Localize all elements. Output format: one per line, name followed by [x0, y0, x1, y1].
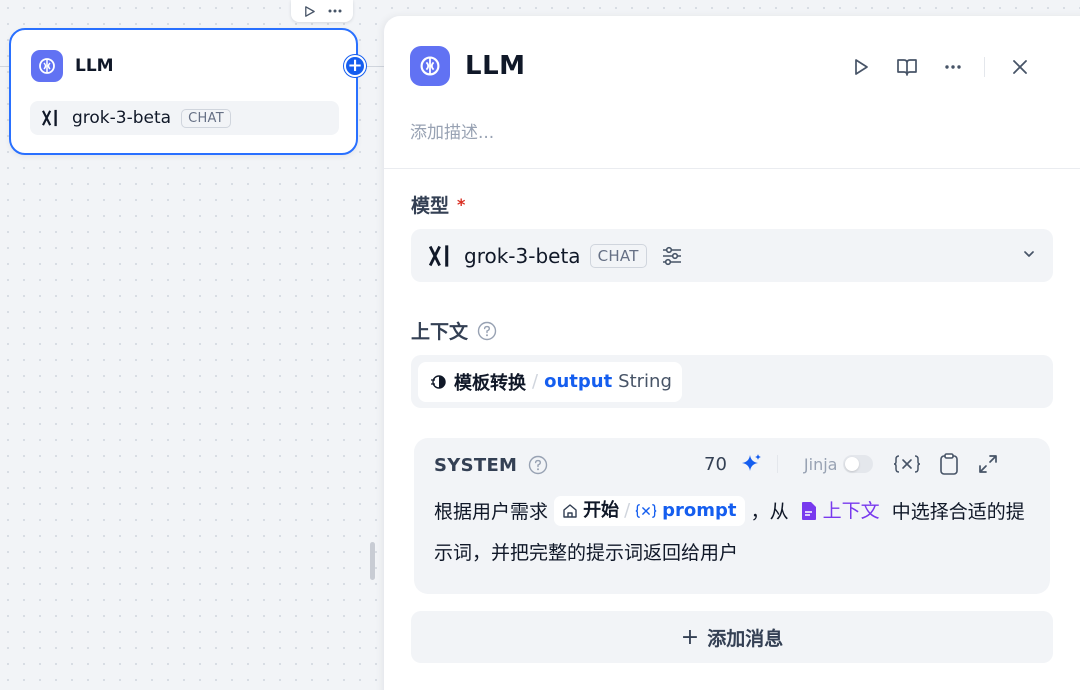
- model-mode-tag: CHAT: [181, 108, 231, 128]
- sparkle-icon: [741, 454, 761, 471]
- context-reference-label: 上下文: [822, 499, 880, 522]
- prompt-text-segment: 根据用户需求: [434, 501, 549, 523]
- llm-icon: [410, 46, 450, 86]
- system-prompt-header: SYSTEM: [434, 454, 549, 476]
- variable-source-node: 开始: [583, 499, 620, 521]
- more-options-button[interactable]: [936, 50, 970, 84]
- system-prompt-editor[interactable]: SYSTEM 70 Jinja 根据用户需求 开始 / prompt ，从 上下…: [414, 438, 1050, 594]
- more-horizontal-icon: [945, 65, 961, 69]
- expand-button[interactable]: [977, 453, 999, 475]
- system-role-label: SYSTEM: [434, 454, 518, 476]
- node-toolbar: [291, 0, 353, 22]
- variable-name: prompt: [662, 499, 737, 521]
- home-icon: [563, 503, 577, 518]
- add-next-node-button[interactable]: +: [344, 55, 366, 77]
- tools-divider: [776, 455, 778, 473]
- node-model-info: grok-3-beta CHAT: [30, 101, 339, 135]
- variable-separator: /: [532, 371, 539, 392]
- description-input[interactable]: [410, 119, 1010, 147]
- copy-button[interactable]: [939, 452, 959, 476]
- run-step-button[interactable]: [844, 50, 878, 84]
- llm-icon: [31, 50, 63, 82]
- llm-node[interactable]: LLM grok-3-beta CHAT: [9, 28, 358, 155]
- run-node-button[interactable]: [300, 1, 320, 21]
- more-horizontal-icon: [328, 9, 341, 13]
- file-text-icon: [801, 501, 816, 520]
- template-transform-icon: [431, 374, 446, 389]
- close-icon: [1013, 60, 1027, 74]
- header-divider: [384, 168, 1080, 169]
- help-icon[interactable]: [476, 320, 498, 342]
- panel-resize-handle[interactable]: [370, 542, 375, 580]
- variable-source-node: 模板转换: [454, 372, 526, 394]
- variable-name: output: [544, 371, 613, 392]
- insert-variable-button[interactable]: [893, 454, 921, 474]
- variable-type: String: [618, 371, 672, 392]
- context-variable-chip[interactable]: 模板转换 / output String: [418, 361, 682, 402]
- play-icon: [855, 59, 868, 75]
- chevron-down-icon: [1024, 251, 1034, 257]
- add-message-label: 添加消息: [707, 627, 784, 650]
- panel-actions: [844, 50, 1037, 84]
- expand-icon: [979, 455, 998, 473]
- help-icon[interactable]: [527, 454, 549, 476]
- close-panel-button[interactable]: [1003, 50, 1037, 84]
- variable-icon: [894, 455, 921, 473]
- docs-button[interactable]: [890, 50, 924, 84]
- system-prompt-tools: 70 Jinja: [704, 452, 999, 476]
- xai-logo-icon: [429, 244, 449, 267]
- char-count: 70: [704, 453, 727, 475]
- node-model-name: grok-3-beta: [72, 108, 172, 128]
- clipboard-icon: [940, 453, 959, 475]
- panel-header: LLM: [410, 46, 526, 86]
- jinja-toggle[interactable]: [843, 455, 874, 473]
- model-mode-tag: CHAT: [589, 243, 647, 268]
- variable-separator: /: [624, 499, 631, 521]
- panel-title[interactable]: LLM: [465, 51, 526, 81]
- node-more-button[interactable]: [325, 1, 345, 21]
- xai-logo-icon: [42, 109, 57, 127]
- context-field-label: 上下文: [411, 317, 498, 344]
- context-variable-selector[interactable]: 模板转换 / output String: [411, 355, 1053, 408]
- add-message-button[interactable]: + 添加消息: [411, 611, 1053, 663]
- context-label-text: 上下文: [411, 321, 469, 343]
- required-mark: *: [457, 195, 466, 214]
- outgoing-edge: [366, 66, 384, 67]
- selected-model-name: grok-3-beta: [464, 243, 581, 268]
- plus-icon: +: [680, 624, 700, 650]
- sliders-icon: [662, 246, 681, 265]
- system-prompt-text[interactable]: 根据用户需求 开始 / prompt ，从 上下文 中选择合适的提示词，并把完整…: [434, 490, 1034, 573]
- prompt-variable-chip[interactable]: 开始 / prompt: [554, 495, 745, 526]
- prompt-text-segment: ，从: [750, 501, 789, 523]
- node-settings-panel: LLM 模型 * grok-3-beta CHAT 上下文: [384, 16, 1080, 690]
- node-header: LLM: [31, 50, 114, 82]
- toolbar-divider: [984, 57, 985, 77]
- jinja-label: Jinja: [803, 454, 838, 474]
- model-selector[interactable]: grok-3-beta CHAT: [411, 229, 1053, 282]
- play-icon: [305, 5, 315, 17]
- model-params-button[interactable]: [660, 245, 684, 267]
- node-title: LLM: [75, 56, 114, 76]
- model-label-text: 模型: [411, 195, 450, 217]
- ai-generate-button[interactable]: [739, 452, 763, 476]
- model-field-label: 模型 *: [411, 191, 465, 218]
- variable-icon: [635, 503, 657, 518]
- context-reference-chip[interactable]: 上下文: [794, 490, 886, 531]
- book-open-icon: [897, 59, 917, 76]
